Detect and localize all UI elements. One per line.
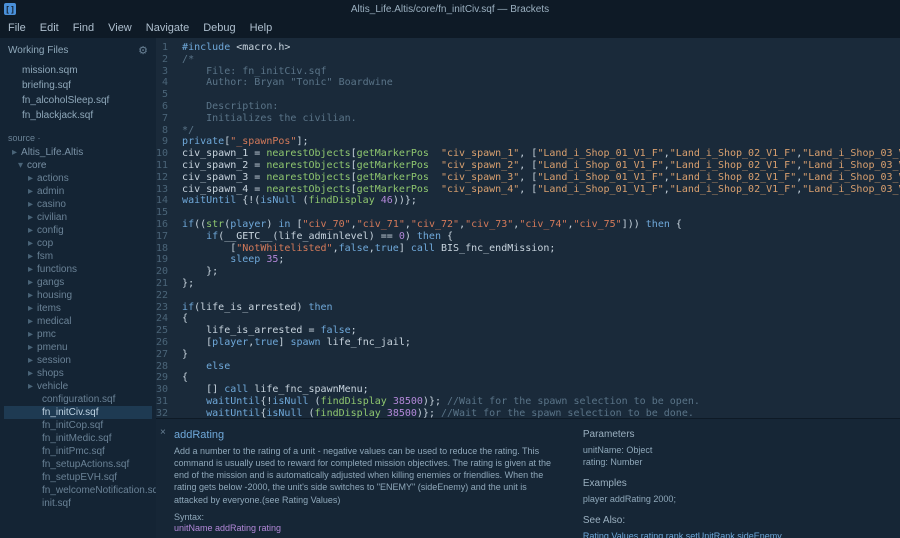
tree-file[interactable]: fn_initMedic.sqf [4,432,152,445]
hint-params-label: Parameters [583,429,882,440]
hint-syntax-label: Syntax: [174,512,563,522]
menu-edit[interactable]: Edit [40,22,59,34]
working-files-label: Working Files [8,45,68,56]
working-files-header: Working Files ⚙ [0,38,156,63]
tree-folder[interactable]: ▸admin [4,185,152,198]
source-header[interactable]: source · [0,123,156,146]
tree-folder[interactable]: ▸functions [4,263,152,276]
tree-file[interactable]: fn_setupEVH.sqf [4,471,152,484]
file-tree: ▸Altis_Life.Altis ▾core ▸actions▸admin▸c… [0,146,156,510]
line-gutter: 1234567891011121314151617181920212223242… [156,38,176,418]
hint-panel: × addRating Add a number to the rating o… [156,418,900,538]
hint-seealso[interactable]: Rating Values rating rank setUnitRank si… [583,531,782,538]
tree-folder[interactable]: ▸session [4,354,152,367]
tree-file[interactable]: fn_initCiv.sqf [4,406,152,419]
tree-file[interactable]: fn_initCop.sqf [4,419,152,432]
close-icon[interactable]: × [160,427,166,438]
tree-folder[interactable]: ▸medical [4,315,152,328]
window-title: Altis_Life.Altis/core/fn_initCiv.sqf — B… [351,4,549,15]
tree-folder[interactable]: ▸gangs [4,276,152,289]
sidebar: Working Files ⚙ mission.sqm briefing.sqf… [0,38,156,538]
tree-folder[interactable]: ▸pmc [4,328,152,341]
tree-file[interactable]: fn_welcomeNotification.sqf [4,484,152,497]
app-icon: [ ] [4,3,16,15]
working-file[interactable]: briefing.sqf [0,78,156,93]
tree-folder[interactable]: ▸casino [4,198,152,211]
tree-folder[interactable]: ▸fsm [4,250,152,263]
hint-description: Add a number to the rating of a unit - n… [174,445,563,506]
hint-param: unitName: Object [583,444,882,456]
tree-folder[interactable]: ▸shops [4,367,152,380]
tree-core[interactable]: ▾core [4,159,152,172]
tree-file[interactable]: configuration.sqf [4,393,152,406]
hint-title: addRating [174,429,563,441]
menu-find[interactable]: Find [73,22,94,34]
hint-param: rating: Number [583,456,882,468]
tree-folder[interactable]: ▸housing [4,289,152,302]
menu-file[interactable]: File [8,22,26,34]
tree-folder[interactable]: ▸vehicle [4,380,152,393]
hint-syntax: unitName addRating rating [174,522,563,534]
tree-root[interactable]: ▸Altis_Life.Altis [4,146,152,159]
hint-seealso-label: See Also: [583,515,882,526]
tree-folder[interactable]: ▸cop [4,237,152,250]
hint-example: player addRating 2000; [583,493,882,505]
tree-folder[interactable]: ▸actions [4,172,152,185]
working-files-list: mission.sqm briefing.sqf fn_alcoholSleep… [0,63,156,123]
tree-file[interactable]: init.sqf [4,497,152,510]
menu-navigate[interactable]: Navigate [146,22,189,34]
editor: 1234567891011121314151617181920212223242… [156,38,900,538]
titlebar: [ ] Altis_Life.Altis/core/fn_initCiv.sqf… [0,0,900,18]
code-lines[interactable]: #include <macro.h>/* File: fn_initCiv.sq… [176,38,900,418]
menu-view[interactable]: View [108,22,132,34]
working-file[interactable]: fn_blackjack.sqf [0,108,156,123]
tree-folder[interactable]: ▸config [4,224,152,237]
menubar: File Edit Find View Navigate Debug Help [0,18,900,38]
code-area[interactable]: 1234567891011121314151617181920212223242… [156,38,900,418]
menu-debug[interactable]: Debug [203,22,235,34]
working-file[interactable]: fn_alcoholSleep.sqf [0,93,156,108]
tree-folder[interactable]: ▸pmenu [4,341,152,354]
tree-file[interactable]: fn_setupActions.sqf [4,458,152,471]
working-file[interactable]: mission.sqm [0,63,156,78]
gear-icon[interactable]: ⚙ [138,44,148,57]
tree-folder[interactable]: ▸civilian [4,211,152,224]
tree-file[interactable]: fn_initPmc.sqf [4,445,152,458]
menu-help[interactable]: Help [250,22,273,34]
hint-examples-label: Examples [583,478,882,489]
tree-folder[interactable]: ▸items [4,302,152,315]
